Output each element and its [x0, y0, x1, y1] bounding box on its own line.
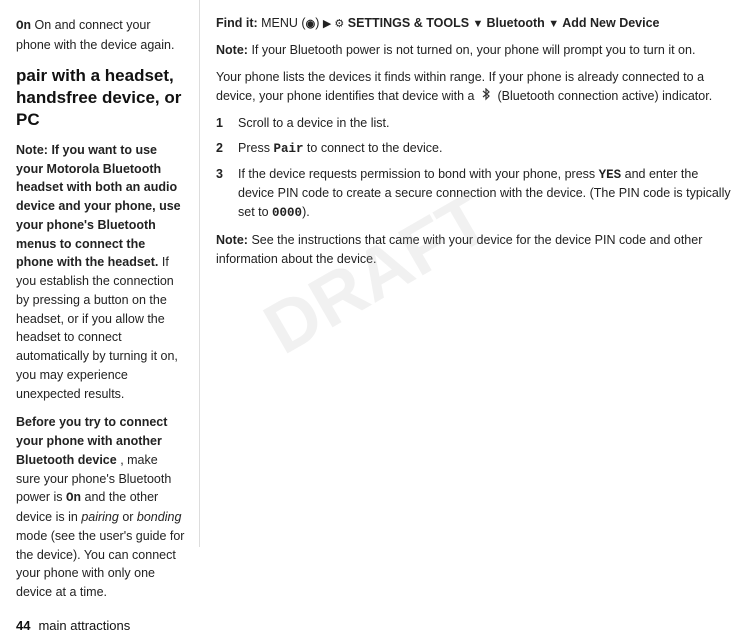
- para2-rest: , make sure your phone's Bluetooth power…: [16, 453, 184, 599]
- page-footer: 44 main attractions: [16, 612, 185, 631]
- step-1: 1 Scroll to a device in the list.: [216, 114, 737, 133]
- left-content: On On and connect your phone with the de…: [16, 16, 185, 612]
- step-2-text: Press Pair to connect to the device.: [238, 139, 442, 159]
- step-2: 2 Press Pair to connect to the device.: [216, 139, 737, 159]
- step-3-num: 3: [216, 165, 230, 223]
- bluetooth-connection-icon: [480, 88, 492, 102]
- find-add: Add New Device: [562, 16, 659, 30]
- note2-label: Note:: [216, 43, 248, 57]
- para3-text: Your phone lists the devices it finds wi…: [216, 68, 737, 107]
- right-column: Find it: MENU (◉) ▶ ⚙ SETTINGS & TOOLS ▼…: [200, 0, 753, 547]
- note1-label: Note:: [16, 143, 48, 157]
- step-2-num: 2: [216, 139, 230, 159]
- find-menu: MENU (: [261, 16, 305, 30]
- note3-text: See the instructions that came with your…: [216, 233, 702, 266]
- find-paren-close: ): [315, 16, 319, 30]
- step-3-text: If the device requests permission to bon…: [238, 165, 737, 223]
- note1-rest-text: If you establish the connection by press…: [16, 255, 178, 400]
- step-1-num: 1: [216, 114, 230, 133]
- footer-label: main attractions: [38, 618, 130, 631]
- note1-bold-text: If you want to use your Motorola Bluetoo…: [16, 143, 181, 270]
- menu-dot-icon: ◉: [306, 18, 316, 30]
- note1-paragraph: Note: If you want to use your Motorola B…: [16, 141, 185, 602]
- left-column: On On and connect your phone with the de…: [0, 0, 200, 547]
- section-heading: pair with a headset, handsfree device, o…: [16, 65, 185, 131]
- step-1-text: Scroll to a device in the list.: [238, 114, 389, 133]
- find-settings: SETTINGS & TOOLS: [348, 16, 469, 30]
- note2-text: If your Bluetooth power is not turned on…: [251, 43, 695, 57]
- settings-icon: ⚙: [334, 18, 344, 30]
- find-arrow3: ▼: [548, 18, 562, 30]
- find-bluetooth: Bluetooth: [486, 16, 544, 30]
- steps-list: 1 Scroll to a device in the list. 2 Pres…: [216, 114, 737, 223]
- intro-paragraph: On On and connect your phone with the de…: [16, 16, 185, 55]
- page-number: 44: [16, 618, 30, 631]
- on-code: On: [16, 19, 31, 33]
- step-3: 3 If the device requests permission to b…: [216, 165, 737, 223]
- find-arrow1: ▶: [323, 18, 335, 30]
- find-label: Find it:: [216, 16, 258, 30]
- find-arrow2: ▼: [473, 18, 487, 30]
- intro-text: On and connect your phone with the devic…: [16, 18, 174, 52]
- note3-label: Note:: [216, 233, 248, 247]
- find-it-line: Find it: MENU (◉) ▶ ⚙ SETTINGS & TOOLS ▼…: [216, 14, 737, 33]
- right-body: Note: If your Bluetooth power is not tur…: [216, 41, 737, 277]
